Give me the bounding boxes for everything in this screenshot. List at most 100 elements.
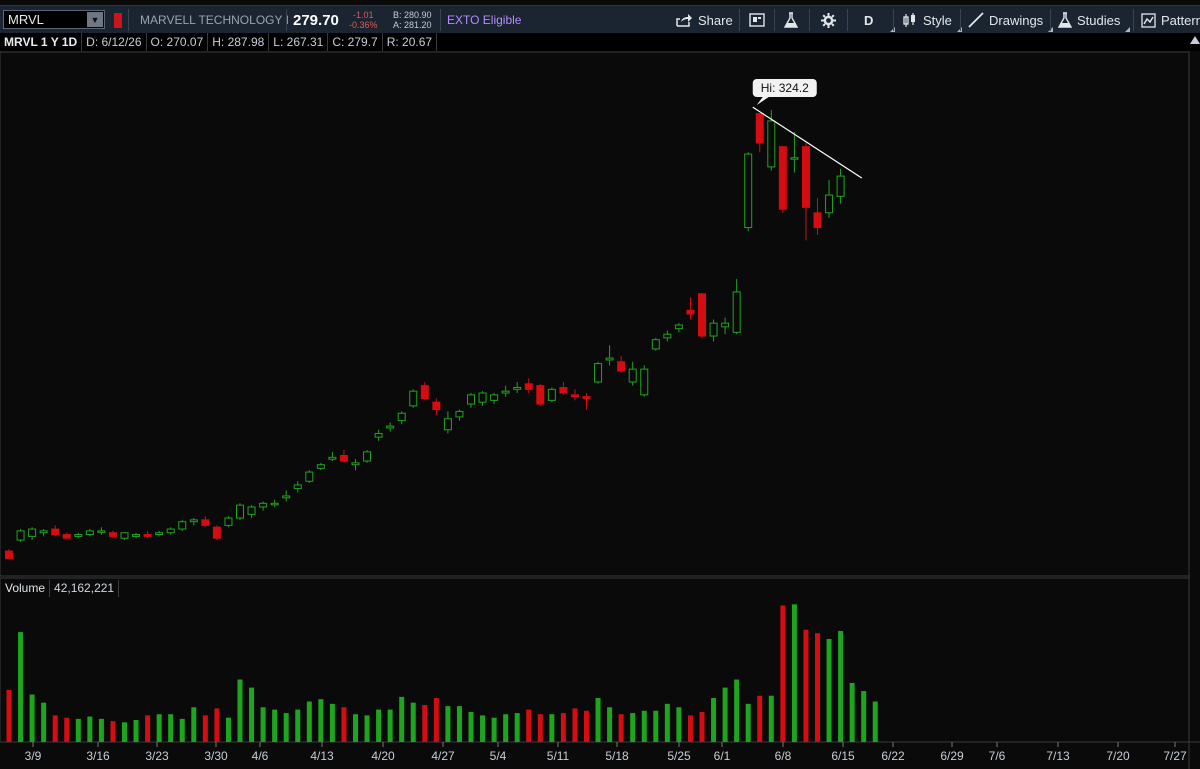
candle[interactable] [801, 143, 810, 241]
candle[interactable] [85, 529, 94, 537]
candle[interactable] [178, 519, 187, 531]
volume-bar [676, 707, 682, 742]
volume-bar [75, 718, 81, 742]
candle[interactable] [293, 481, 302, 493]
candle[interactable] [778, 146, 787, 213]
candle[interactable] [39, 529, 48, 537]
candle[interactable] [270, 499, 279, 507]
high-callout-pointer [756, 97, 769, 105]
candle[interactable] [62, 532, 71, 539]
candle[interactable] [628, 361, 637, 386]
candle[interactable] [339, 450, 348, 463]
time-tick-label: 6/1 [714, 749, 731, 763]
candle[interactable] [547, 387, 556, 403]
candle[interactable] [5, 549, 13, 559]
candle[interactable] [409, 389, 418, 408]
candle[interactable] [74, 532, 83, 539]
candle[interactable] [640, 365, 649, 397]
candle[interactable] [651, 337, 660, 351]
candle[interactable] [536, 383, 545, 406]
candle[interactable] [605, 345, 614, 366]
candle[interactable] [721, 317, 730, 335]
candle[interactable] [305, 470, 314, 484]
candle[interactable] [397, 411, 406, 425]
candle[interactable] [28, 527, 37, 541]
candle[interactable] [443, 411, 452, 434]
candle[interactable] [282, 490, 291, 502]
candle[interactable] [513, 381, 522, 394]
candle[interactable] [524, 378, 533, 394]
candle[interactable] [836, 168, 845, 204]
candle[interactable] [663, 330, 672, 342]
candle[interactable] [132, 532, 141, 539]
time-tick-label: 5/25 [667, 749, 691, 763]
time-tick-label: 3/23 [145, 749, 169, 763]
candle[interactable] [570, 389, 579, 401]
candle[interactable] [316, 462, 325, 471]
candle[interactable] [351, 459, 360, 471]
candle[interactable] [155, 530, 164, 537]
candle[interactable] [755, 113, 764, 153]
candle[interactable] [16, 529, 25, 542]
candle[interactable] [212, 525, 221, 541]
candle[interactable] [744, 152, 753, 232]
candle[interactable] [582, 393, 591, 410]
volume-bar [872, 701, 878, 742]
expand-arrow-icon[interactable] [1190, 36, 1200, 44]
candle[interactable] [120, 532, 129, 541]
candle[interactable] [259, 501, 268, 511]
candle-body [328, 456, 337, 460]
candle-body [732, 291, 741, 333]
candle-body [409, 390, 418, 407]
candle[interactable] [698, 293, 706, 338]
candle-body [524, 383, 533, 390]
candle[interactable] [247, 505, 256, 519]
candle[interactable] [51, 525, 60, 537]
volume-bar [295, 709, 301, 742]
candle[interactable] [490, 393, 499, 405]
volume-bar [572, 708, 578, 742]
volume-bar [745, 703, 751, 742]
candle[interactable] [467, 393, 475, 408]
volume-bar [87, 716, 93, 742]
candle[interactable] [108, 530, 117, 539]
candle[interactable] [594, 361, 603, 384]
candle[interactable] [386, 422, 395, 432]
candle[interactable] [686, 297, 695, 320]
candle[interactable] [732, 279, 741, 335]
candle[interactable] [166, 527, 175, 535]
candle[interactable] [559, 381, 568, 395]
candle[interactable] [478, 391, 487, 406]
price-chart[interactable]: Hi: 324.2 3/9 3/16 3/23 3/30 4/6 4/13 4/20 4/27… [0, 0, 1200, 769]
candle[interactable] [709, 319, 718, 342]
candle[interactable] [617, 356, 626, 373]
candle[interactable] [363, 450, 372, 463]
candle[interactable] [813, 198, 822, 235]
volume-bar [618, 714, 624, 742]
candle[interactable] [201, 516, 210, 528]
candle[interactable] [224, 516, 233, 528]
candle[interactable] [328, 451, 337, 462]
candle[interactable] [143, 530, 152, 539]
candle[interactable] [790, 131, 799, 173]
candle-body [836, 175, 845, 197]
candle-body [432, 401, 441, 411]
time-tick-label: 3/30 [204, 749, 228, 763]
volume-bar [283, 713, 289, 742]
candle[interactable] [432, 398, 441, 416]
candle[interactable] [236, 503, 244, 520]
candle-body [316, 464, 325, 469]
volume-bar [64, 717, 70, 742]
candle[interactable] [374, 429, 383, 441]
candle[interactable] [189, 518, 198, 526]
candle[interactable] [501, 385, 510, 397]
candle-body [62, 534, 71, 539]
candle[interactable] [420, 381, 429, 401]
candle[interactable] [455, 409, 464, 421]
volume-bar [849, 682, 855, 742]
candle[interactable] [825, 179, 834, 218]
candle-body [155, 532, 164, 536]
candle[interactable] [97, 527, 106, 535]
volume-bar [630, 713, 636, 742]
candle[interactable] [674, 323, 683, 333]
